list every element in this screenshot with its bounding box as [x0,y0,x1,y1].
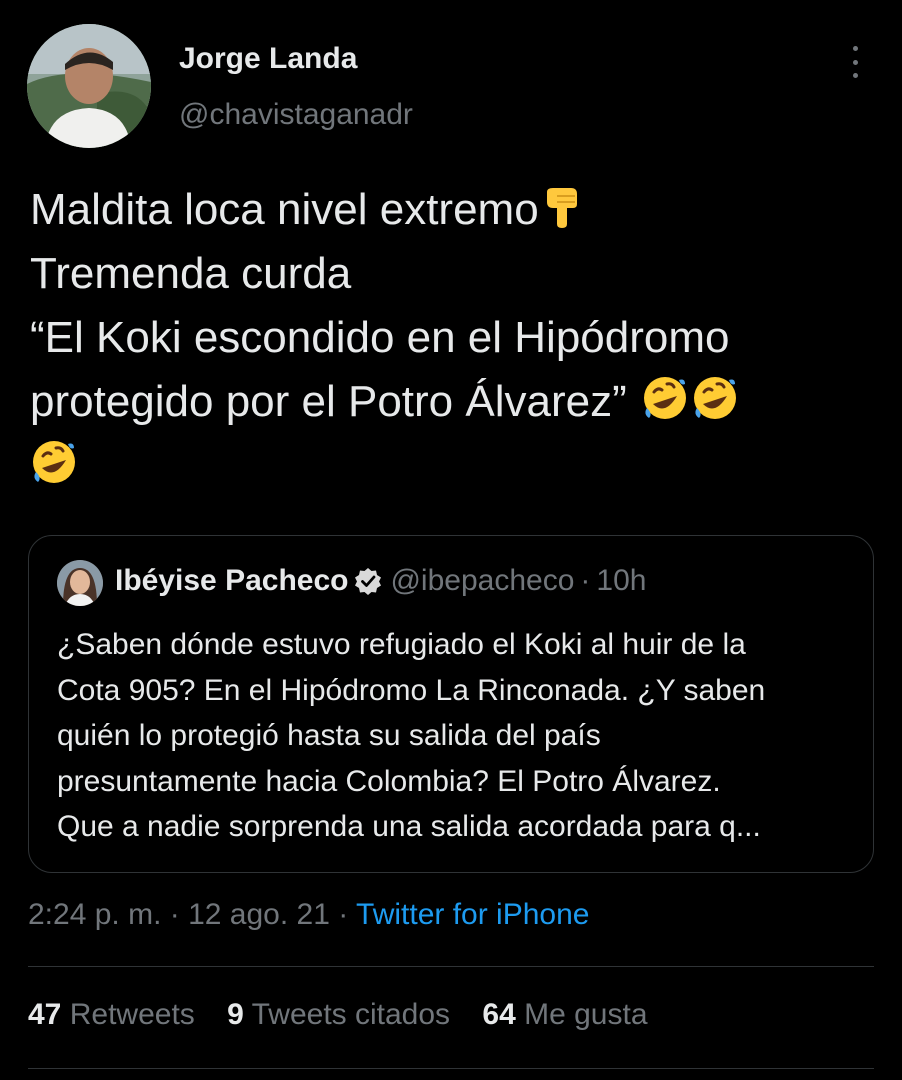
quoted-tweet-line: quién lo protegió hasta su salida del pa… [57,719,601,752]
author-name[interactable]: Jorge Landa [179,42,357,76]
quoted-author-photo [57,560,103,606]
retweets-label: Retweets [69,998,195,1031]
verified-badge-icon [355,568,382,595]
tweet-time[interactable]: 2:24 p. m. [28,898,161,931]
quoted-tweet-text: ¿Saben dónde estuvo refugiado el Koki al… [57,622,857,850]
quoted-tweet-line: ¿Saben dónde estuvo refugiado el Koki al… [57,628,746,661]
author-avatar[interactable] [27,24,151,148]
quote-tweets-stat[interactable]: 9 Tweets citados [227,998,450,1031]
retweets-count: 47 [28,998,62,1031]
divider [28,966,874,967]
tweet-line: Maldita loca nivel extremo [30,178,880,242]
quoted-tweet-line: presuntamente hacia Colombia? El Potro Á… [57,764,721,798]
rolling-on-the-floor-laughing-icon [33,441,75,483]
quoted-tweet-card[interactable]: Ibéyise Pacheco @ibepacheco · 10h ¿Saben… [28,535,874,873]
separator-dot: · [338,898,349,931]
author-photo [27,24,151,148]
tweet-stats: 47 Retweets 9 Tweets citados 64 Me gusta [28,998,672,1032]
divider [28,1068,874,1069]
more-dot [852,46,858,51]
quote-tweets-label: Tweets citados [251,998,451,1031]
quote-tweets-count: 9 [227,998,244,1031]
likes-count: 64 [482,998,516,1031]
quoted-author-name[interactable]: Ibéyise Pacheco [115,564,348,598]
quoted-tweet-time[interactable]: 10h [596,564,646,598]
backhand-index-pointing-down-icon [546,188,577,228]
tweet-meta: 2:24 p. m. · 12 ago. 21 · Twitter for iP… [28,898,589,932]
quoted-tweet-line: Que a nadie sorprenda una salida acordad… [57,810,761,843]
tweet-date[interactable]: 12 ago. 21 [188,898,330,931]
separator-dot: · [169,898,180,931]
likes-label: Me gusta [524,998,648,1031]
author-handle[interactable]: @chavistaganadr [179,98,413,132]
more-dot [852,73,858,78]
more-options-icon[interactable] [840,44,870,80]
tweet-line [30,434,880,498]
rolling-on-the-floor-laughing-icon [693,377,736,419]
tweet-text: Maldita loca nivel extremo Tremenda curd… [30,178,880,498]
tweet-source-link[interactable]: Twitter for iPhone [356,898,589,931]
quoted-tweet-header: Ibéyise Pacheco @ibepacheco · 10h [115,564,646,598]
tweet-line: Tremenda curda [30,249,352,298]
rolling-on-the-floor-laughing-icon [643,377,686,419]
tweet-line: protegido por el Potro Álvarez” [30,370,880,434]
tweet-line-text: protegido por el Potro Álvarez” [30,377,627,426]
quoted-author-avatar[interactable] [57,560,103,606]
more-dot [852,59,858,65]
quoted-author-handle[interactable]: @ibepacheco [390,564,574,598]
tweet-line: “El Koki escondido en el Hipódromo [30,313,730,362]
tweet-line-text: Maldita loca nivel extremo [30,185,539,234]
likes-stat[interactable]: 64 Me gusta [482,998,647,1031]
retweets-stat[interactable]: 47 Retweets [28,998,195,1031]
separator-dot: · [580,564,591,597]
quoted-tweet-line: Cota 905? En el Hipódromo La Rinconada. … [57,673,766,707]
